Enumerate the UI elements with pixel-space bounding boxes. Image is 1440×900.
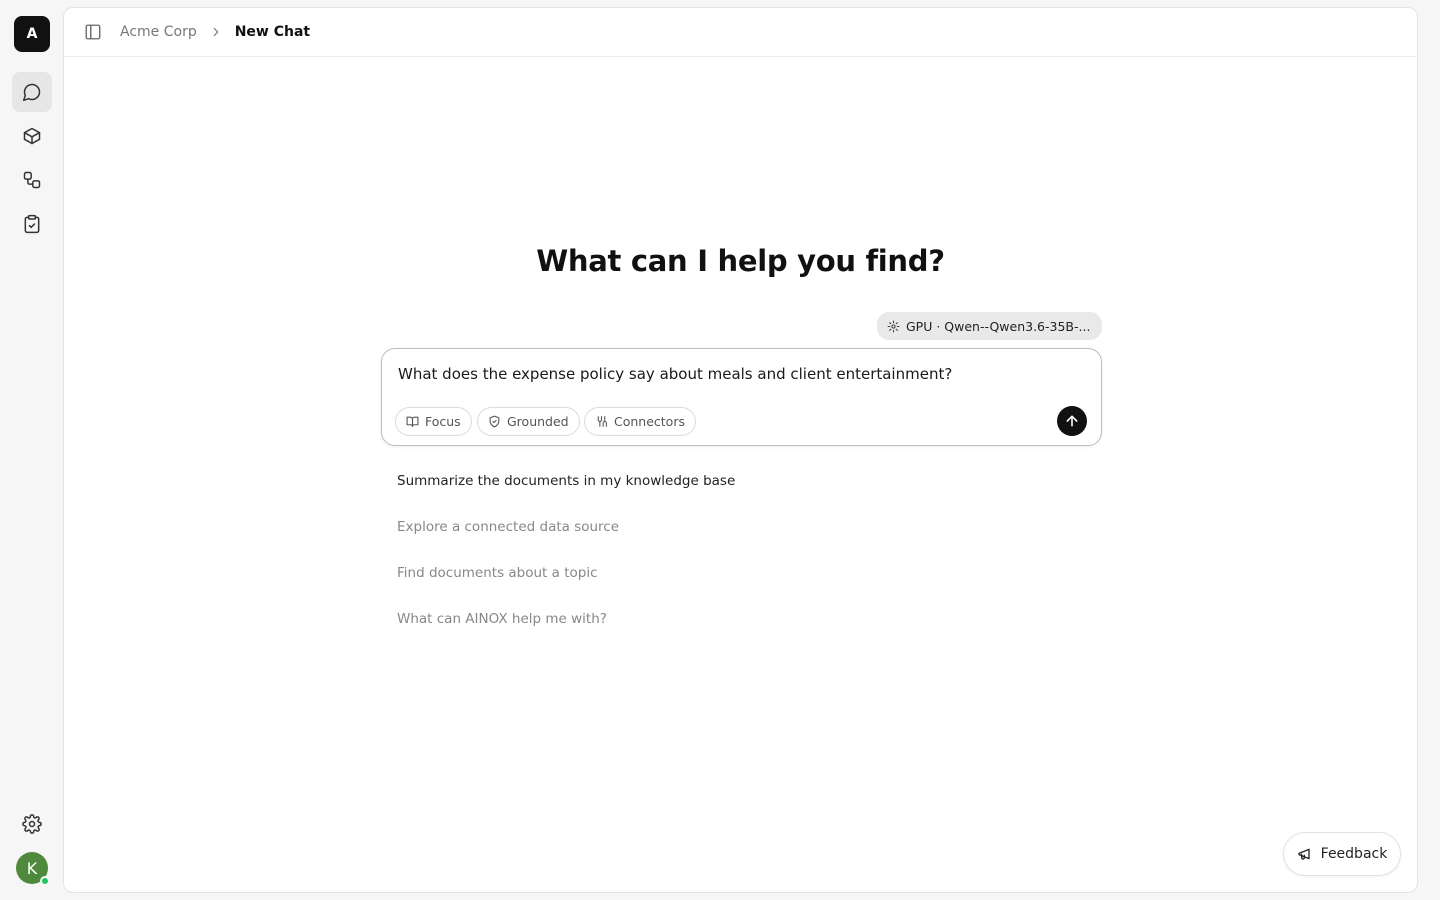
sidebar: A K (0, 0, 64, 900)
suggestion-item[interactable]: Summarize the documents in my knowledge … (397, 473, 735, 489)
connectors-icon (595, 415, 608, 428)
breadcrumb-parent[interactable]: Acme Corp (120, 24, 197, 40)
sidebar-toggle-icon[interactable] (84, 23, 102, 41)
send-button[interactable] (1057, 406, 1087, 436)
page-title: What can I help you find? (536, 244, 945, 278)
model-name: GPU · Qwen--Qwen3.6-35B-... (906, 318, 1091, 334)
breadcrumb-current: New Chat (234, 24, 311, 40)
suggestion-item[interactable]: Explore a connected data source (397, 519, 619, 535)
model-selector[interactable]: GPU · Qwen--Qwen3.6-35B-... (877, 312, 1102, 340)
grounded-button[interactable]: Grounded (477, 407, 580, 436)
suggestion-item[interactable]: What can AINOX help me with? (397, 611, 607, 627)
arrow-up-icon (1064, 413, 1080, 429)
grounded-label: Grounded (507, 414, 569, 429)
book-icon (406, 415, 419, 428)
feedback-label: Feedback (1320, 846, 1388, 862)
sidebar-item-workflows[interactable] (12, 160, 52, 200)
megaphone-icon (1297, 846, 1313, 862)
top-bar: Acme Corp New Chat (64, 8, 1417, 57)
connectors-label: Connectors (614, 414, 685, 429)
settings-button[interactable] (12, 804, 52, 844)
focus-label: Focus (425, 414, 461, 429)
presence-indicator (40, 876, 50, 886)
shield-check-icon (488, 415, 501, 428)
cube-icon (22, 126, 42, 146)
sidebar-item-chat[interactable] (12, 72, 52, 112)
main-panel: Acme Corp New Chat What can I help you f… (63, 7, 1418, 893)
gear-icon (22, 814, 42, 834)
chat-composer: Focus Grounded Connectors (381, 348, 1102, 446)
clipboard-check-icon (22, 214, 42, 234)
workspace-logo[interactable]: A (14, 16, 50, 52)
workflow-icon (22, 170, 42, 190)
sidebar-item-tasks[interactable] (12, 204, 52, 244)
cog-icon (887, 320, 900, 333)
chat-bubble-icon (22, 82, 42, 102)
chevron-right-icon (209, 25, 223, 39)
connectors-button[interactable]: Connectors (584, 407, 696, 436)
sidebar-item-packages[interactable] (12, 116, 52, 156)
feedback-button[interactable]: Feedback (1283, 832, 1401, 876)
suggestion-item[interactable]: Find documents about a topic (397, 565, 598, 581)
chat-input[interactable] (398, 365, 1078, 383)
focus-button[interactable]: Focus (395, 407, 472, 436)
